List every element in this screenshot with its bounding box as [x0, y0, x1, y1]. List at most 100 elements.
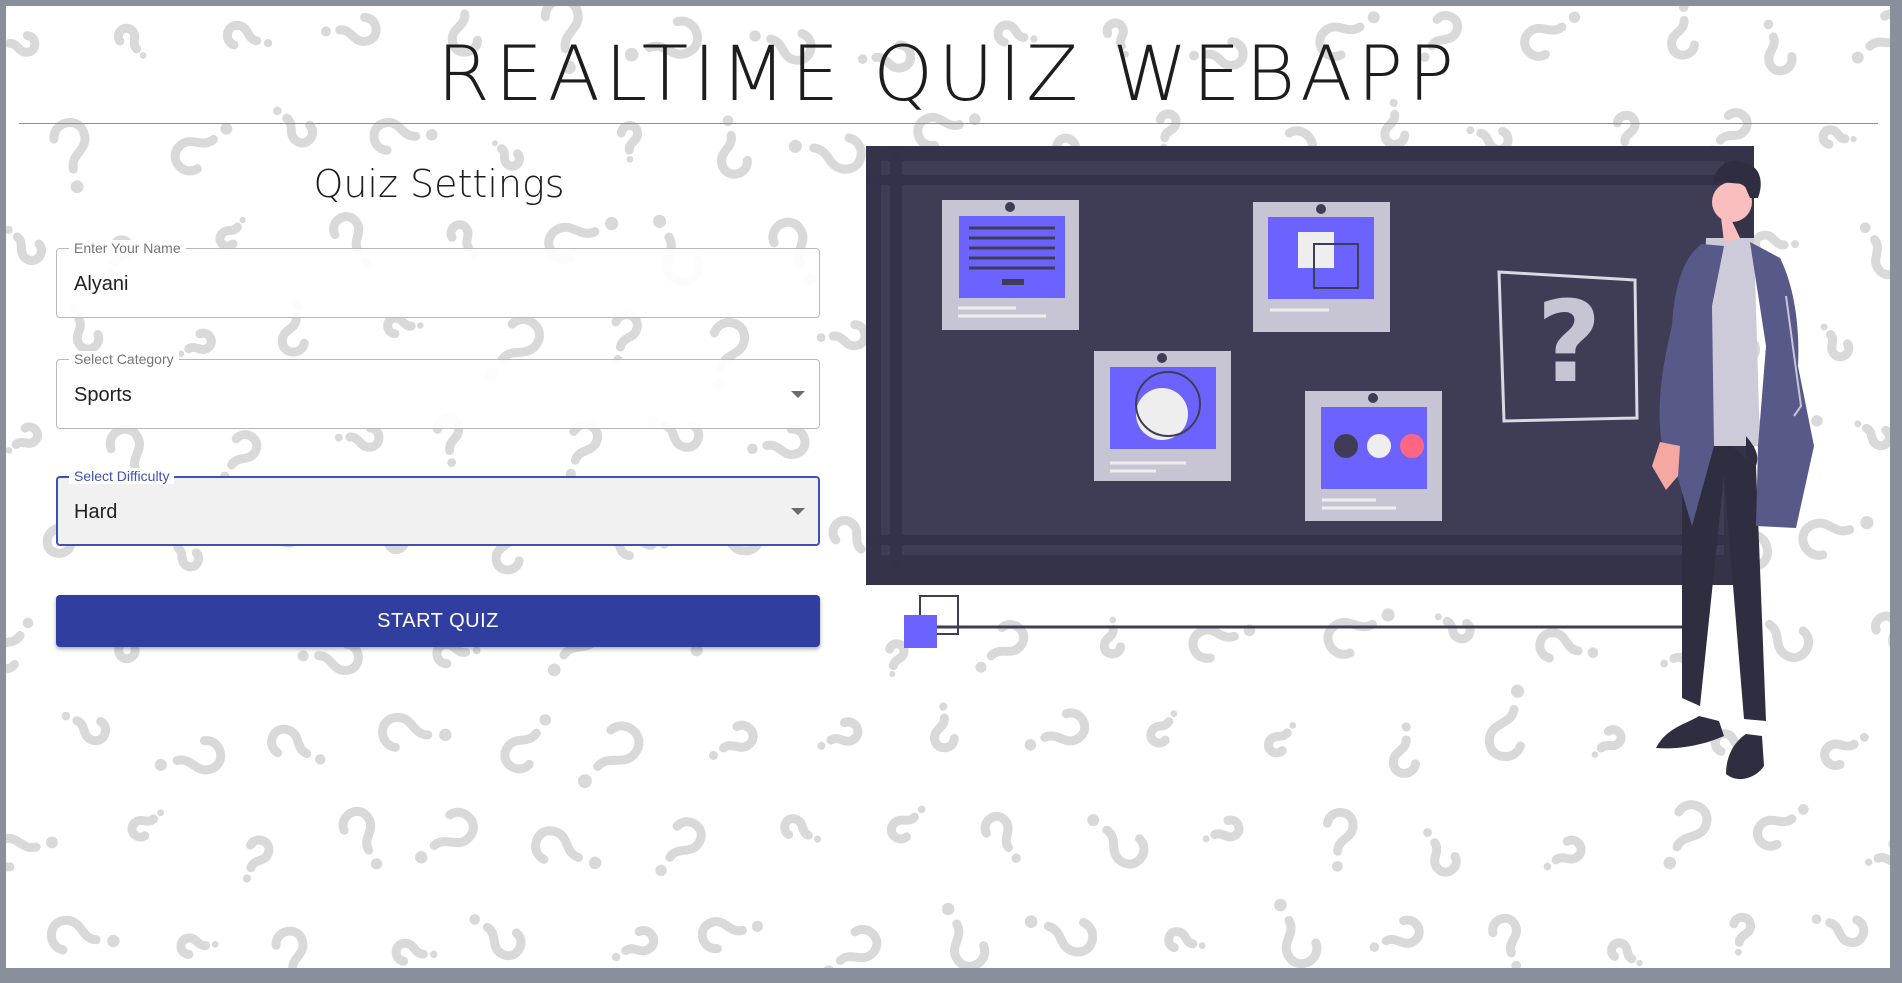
question-mark-shape [72, 716, 110, 746]
question-mark-dot [708, 751, 718, 761]
question-mark-shape [1043, 918, 1098, 957]
quiz-illustration: ? [851, 131, 1866, 851]
question-mark-shape [271, 926, 308, 968]
question-mark-shape [277, 314, 309, 357]
question-mark-shape [665, 817, 706, 862]
question-mark-dot [751, 920, 764, 932]
question-mark-dot [469, 914, 480, 925]
question-mark-dot [1543, 862, 1552, 871]
difficulty-select-value: Hard [74, 501, 118, 523]
question-mark-shape [11, 422, 43, 449]
dropdown-arrow-icon[interactable] [791, 391, 805, 398]
question-mark-dot [817, 741, 826, 750]
question-mark-shape [245, 835, 274, 873]
question-mark-shape [176, 933, 211, 959]
question-mark-shape [1861, 423, 1890, 451]
question-mark-shape [215, 222, 242, 251]
question-mark-shape [72, 314, 104, 354]
note-card-text-icon [942, 200, 1079, 330]
question-mark-dot [417, 322, 424, 329]
question-mark-shape [46, 915, 101, 955]
difficulty-select-label: Select Difficulty [69, 468, 175, 484]
question-mark-shape [826, 717, 863, 746]
question-sign-text: ? [1537, 278, 1602, 408]
question-mark-shape [227, 430, 262, 470]
question-mark-dot [1511, 960, 1522, 968]
question-mark-dot [655, 864, 667, 877]
question-mark-dot [429, 950, 438, 959]
question-mark-dot [1864, 858, 1873, 866]
question-mark-dot [426, 129, 438, 141]
question-mark-shape [267, 724, 312, 759]
question-mark-shape [950, 919, 990, 968]
question-mark-dot [447, 458, 457, 467]
question-mark-dot [816, 333, 826, 342]
question-mark-dot [315, 754, 326, 765]
question-mark-dot [1734, 948, 1742, 956]
question-mark-dot [415, 851, 428, 864]
question-mark-dot [1636, 959, 1643, 967]
question-mark-shape [429, 807, 478, 851]
quiz-settings-panel: Quiz Settings Enter Your Name Alyani Sel… [56, 146, 822, 647]
name-input[interactable]: Alyani [74, 272, 128, 296]
question-mark-dot [297, 650, 309, 662]
app-header: REALTIME QUIZ WEBAPP [6, 6, 1890, 124]
question-mark-shape [1381, 915, 1424, 948]
question-mark-shape [531, 826, 584, 864]
question-mark-shape [828, 320, 870, 351]
question-mark-dot [1663, 856, 1677, 870]
question-mark-dot [6, 225, 13, 234]
question-mark-shape [1488, 913, 1521, 958]
question-mark-shape [1281, 915, 1322, 968]
question-mark-shape [1818, 125, 1850, 149]
question-mark-dot [1850, 136, 1857, 143]
question-mark-shape [12, 232, 47, 266]
question-mark-dot [439, 728, 452, 742]
question-mark-shape [6, 631, 25, 674]
question-mark-dot [1011, 853, 1021, 863]
question-mark-shape [1164, 927, 1198, 953]
name-field[interactable]: Enter Your Name Alyani [56, 240, 820, 318]
question-mark-dot [577, 774, 592, 789]
panel-title: Quiz Settings [313, 162, 565, 206]
app-title: REALTIME QUIZ WEBAPP [437, 29, 1459, 118]
question-mark-dot [1466, 126, 1475, 135]
question-mark-shape [173, 543, 204, 572]
category-select-value: Sports [74, 384, 132, 406]
question-mark-shape [762, 424, 810, 459]
question-mark-shape [184, 328, 216, 354]
question-mark-shape [500, 728, 541, 774]
question-mark-shape [338, 806, 376, 855]
category-select[interactable]: Select Category Sports [56, 351, 820, 429]
dropdown-arrow-icon[interactable] [791, 508, 805, 515]
question-mark-shape [1873, 839, 1890, 867]
question-mark-dot [747, 443, 758, 455]
question-mark-shape [482, 922, 526, 961]
question-mark-shape [621, 926, 659, 956]
board-illustration: ? [851, 131, 1814, 780]
question-mark-dot [539, 714, 552, 726]
question-mark-shape [611, 310, 642, 352]
question-mark-dot [157, 809, 165, 817]
question-mark-shape [835, 925, 882, 965]
question-mark-shape [593, 721, 644, 771]
question-mark-shape [1871, 611, 1890, 650]
question-mark-shape [383, 313, 416, 339]
question-mark-shape [828, 515, 866, 554]
question-mark-shape [172, 736, 226, 775]
question-mark-dot [822, 965, 835, 968]
question-mark-dot [22, 617, 34, 629]
question-mark-dot [154, 758, 167, 771]
question-mark-dot [334, 433, 343, 442]
app-frame: REALTIME QUIZ WEBAPP Quiz Settings Enter… [6, 6, 1890, 968]
question-mark-shape [719, 720, 758, 753]
name-field-label: Enter Your Name [69, 240, 186, 256]
question-mark-shape [780, 814, 813, 840]
header-divider [19, 123, 1878, 124]
question-mark-dot [472, 646, 481, 655]
start-quiz-button[interactable]: START QUIZ [56, 595, 820, 647]
difficulty-select[interactable]: Select Difficulty Hard [56, 468, 820, 546]
question-mark-shape [345, 423, 384, 452]
question-mark-shape [378, 712, 433, 752]
question-mark-dot [107, 934, 120, 948]
